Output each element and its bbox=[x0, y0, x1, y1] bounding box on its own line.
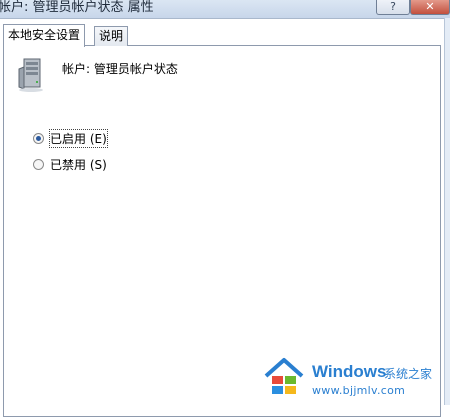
radio-disabled-label: 已禁用 (S) bbox=[50, 158, 107, 172]
radio-checked-icon[interactable] bbox=[33, 133, 44, 144]
watermark-brand: Windows bbox=[312, 362, 387, 381]
server-icon bbox=[18, 58, 43, 92]
close-button[interactable]: ✕ bbox=[410, 0, 450, 15]
title-bar: 帐户: 管理员帐户状态 属性 ? ✕ bbox=[0, 0, 450, 19]
help-button[interactable]: ? bbox=[376, 0, 410, 15]
help-icon: ? bbox=[390, 0, 396, 13]
watermark-subtitle: 系统之家 bbox=[384, 367, 433, 381]
tab-label: 说明 bbox=[99, 29, 124, 43]
windows-logo-icon bbox=[264, 358, 304, 394]
window-title: 帐户: 管理员帐户状态 属性 bbox=[0, 0, 154, 15]
close-icon: ✕ bbox=[425, 0, 435, 13]
radio-disabled[interactable]: 已禁用 (S) bbox=[33, 156, 107, 173]
policy-label: 帐户: 管理员帐户状态 bbox=[62, 62, 178, 76]
radio-unchecked-icon[interactable] bbox=[33, 159, 44, 170]
watermark: Windows 系统之家 www.bjjmlv.com bbox=[262, 354, 450, 402]
radio-enabled-label: 已启用 (E) bbox=[49, 129, 108, 148]
tab-label: 本地安全设置 bbox=[8, 28, 81, 42]
watermark-url: www.bjjmlv.com bbox=[312, 384, 406, 397]
tab-explain[interactable]: 说明 bbox=[94, 26, 129, 46]
radio-enabled[interactable]: 已启用 (E) bbox=[33, 129, 108, 148]
window-edge bbox=[444, 18, 450, 405]
tab-local-security-setting[interactable]: 本地安全设置 bbox=[3, 24, 86, 47]
